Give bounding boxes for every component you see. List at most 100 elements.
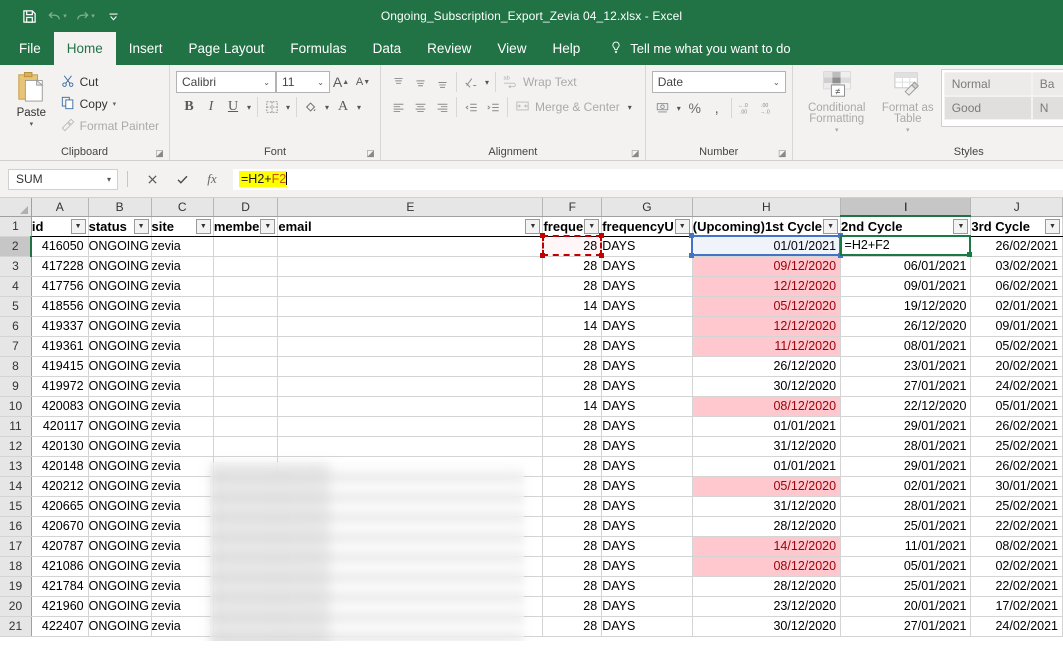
row-header-19[interactable]: 19: [0, 576, 32, 597]
cell-h11[interactable]: 01/01/2021: [692, 416, 842, 437]
tab-insert[interactable]: Insert: [116, 32, 176, 65]
cell-b11[interactable]: ONGOING: [88, 416, 152, 437]
row-header-5[interactable]: 5: [0, 296, 32, 317]
row-header-8[interactable]: 8: [0, 356, 32, 377]
cell-e8[interactable]: [277, 356, 544, 377]
chevron-down-icon[interactable]: ⌄: [314, 78, 327, 87]
underline-button[interactable]: U: [222, 96, 244, 118]
filter-arrow-g-icon[interactable]: ▼: [674, 218, 690, 234]
column-header-a[interactable]: A: [31, 198, 89, 217]
cell-style-good[interactable]: Good: [943, 96, 1032, 120]
table-row[interactable]: 10 420083 ONGOING zevia 14 DAYS 08/12/2020 22/1…: [0, 396, 1063, 417]
cell-i9[interactable]: 27/01/2021: [840, 376, 972, 397]
cell-i6[interactable]: 26/12/2020: [840, 316, 972, 337]
font-size-select[interactable]: 11 ⌄: [276, 71, 330, 93]
cell-f12[interactable]: 28: [542, 436, 603, 457]
cell-e12[interactable]: [277, 436, 544, 457]
cell-a18[interactable]: 421086: [31, 556, 89, 577]
cell-i21[interactable]: 27/01/2021: [840, 616, 972, 637]
fill-color-button[interactable]: [300, 96, 322, 118]
cell-i8[interactable]: 23/01/2021: [840, 356, 972, 377]
header-cell-d[interactable]: membe ▼: [213, 216, 279, 237]
filter-arrow-j-icon[interactable]: ▼: [1045, 218, 1060, 234]
cell-h10[interactable]: 08/12/2020: [692, 396, 842, 417]
tab-review[interactable]: Review: [414, 32, 484, 65]
cell-c18[interactable]: zevia: [151, 556, 214, 577]
column-header-e[interactable]: E: [277, 198, 544, 217]
cell-j10[interactable]: 05/01/2021: [970, 396, 1063, 417]
cell-e13[interactable]: [277, 456, 544, 477]
cell-b10[interactable]: ONGOING: [88, 396, 152, 417]
chevron-down-icon[interactable]: ▾: [482, 78, 492, 87]
worksheet-grid[interactable]: A B C D E F G H I J 1 id ▼ status ▼ site ▼ membe ▼ email ▼ fr…: [0, 198, 1063, 641]
cell-e9[interactable]: [277, 376, 544, 397]
cell-b14[interactable]: ONGOING: [88, 476, 152, 497]
cell-b12[interactable]: ONGOING: [88, 436, 152, 457]
cell-j14[interactable]: 30/01/2021: [970, 476, 1063, 497]
cell-h6[interactable]: 12/12/2020: [692, 316, 842, 337]
orientation-button[interactable]: [460, 71, 482, 93]
align-right-button[interactable]: [431, 96, 453, 118]
filter-arrow-e-icon[interactable]: ▼: [525, 218, 541, 234]
cell-f11[interactable]: 28: [542, 416, 603, 437]
cut-button[interactable]: Cut: [57, 71, 163, 93]
chevron-down-icon[interactable]: ▾: [30, 120, 34, 128]
cell-f20[interactable]: 28: [542, 596, 603, 617]
increase-decimal-button[interactable]: ←.0 .00: [735, 97, 757, 119]
cell-c5[interactable]: zevia: [151, 296, 214, 317]
cell-h21[interactable]: 30/12/2020: [692, 616, 842, 637]
table-row[interactable]: 4 417756 ONGOING zevia 28 DAYS 12/12/2020 09/01…: [0, 276, 1063, 297]
cell-a19[interactable]: 421784: [31, 576, 89, 597]
row-header-2[interactable]: 2: [0, 236, 33, 257]
cell-i11[interactable]: 29/01/2021: [840, 416, 972, 437]
filter-arrow-b-icon[interactable]: ▼: [133, 218, 149, 234]
cell-a4[interactable]: 417756: [31, 276, 89, 297]
filter-arrow-h-icon[interactable]: ▼: [823, 218, 839, 234]
cell-j16[interactable]: 22/02/2021: [970, 516, 1063, 537]
table-row[interactable]: 2 416050 ONGOING zevia 28 DAYS 01/01/2021 26/02…: [0, 236, 1063, 257]
cell-g8[interactable]: DAYS: [601, 356, 693, 377]
cell-h12[interactable]: 31/12/2020: [692, 436, 842, 457]
row-header-12[interactable]: 12: [0, 436, 32, 457]
cell-c16[interactable]: zevia: [151, 516, 214, 537]
cell-g2[interactable]: DAYS: [601, 236, 693, 257]
cell-i19[interactable]: 25/01/2021: [840, 576, 972, 597]
cell-e10[interactable]: [277, 396, 544, 417]
cell-i16[interactable]: 25/01/2021: [840, 516, 972, 537]
cell-g5[interactable]: DAYS: [601, 296, 693, 317]
cell-d16[interactable]: [213, 516, 279, 537]
cell-f15[interactable]: 28: [542, 496, 603, 517]
cell-g11[interactable]: DAYS: [601, 416, 693, 437]
cell-d11[interactable]: [213, 416, 279, 437]
paste-button[interactable]: Paste ▾: [6, 69, 57, 128]
number-dialog-launcher[interactable]: ◪: [778, 149, 787, 158]
cell-a12[interactable]: 420130: [31, 436, 89, 457]
header-cell-g[interactable]: frequencyU ▼: [601, 216, 693, 237]
column-header-d[interactable]: D: [213, 198, 279, 217]
table-row[interactable]: 17 420787 ONGOING zevia 28 DAYS 14/12/2020 11/0…: [0, 536, 1063, 557]
cell-d13[interactable]: [213, 456, 279, 477]
cell-d4[interactable]: [213, 276, 279, 297]
row-header-21[interactable]: 21: [0, 616, 32, 637]
cell-style-normal[interactable]: Normal: [943, 72, 1032, 96]
align-top-button[interactable]: [387, 71, 409, 93]
cell-i5[interactable]: 19/12/2020: [840, 296, 972, 317]
header-cell-f[interactable]: freque ▼: [542, 216, 603, 237]
cell-b15[interactable]: ONGOING: [88, 496, 152, 517]
tell-me-search[interactable]: Tell me what you want to do: [593, 32, 800, 65]
cell-c19[interactable]: zevia: [151, 576, 214, 597]
cell-f21[interactable]: 28: [542, 616, 603, 637]
cell-b17[interactable]: ONGOING: [88, 536, 152, 557]
cell-c13[interactable]: zevia: [151, 456, 214, 477]
cell-h15[interactable]: 31/12/2020: [692, 496, 842, 517]
format-as-table-button[interactable]: Format as Table ▾: [877, 69, 939, 134]
cell-styles-gallery[interactable]: Normal Ba Good N: [940, 69, 1063, 127]
table-row[interactable]: 9 419972 ONGOING zevia 28 DAYS 30/12/2020 27/01…: [0, 376, 1063, 397]
cell-e19[interactable]: [277, 576, 544, 597]
table-row[interactable]: 19 421784 ONGOING zevia 28 DAYS 28/12/2020 25/0…: [0, 576, 1063, 597]
cell-f13[interactable]: 28: [542, 456, 603, 477]
cell-e20[interactable]: [277, 596, 544, 617]
cell-j21[interactable]: 24/02/2021: [970, 616, 1063, 637]
bold-button[interactable]: B: [178, 96, 200, 118]
cell-h9[interactable]: 30/12/2020: [692, 376, 842, 397]
